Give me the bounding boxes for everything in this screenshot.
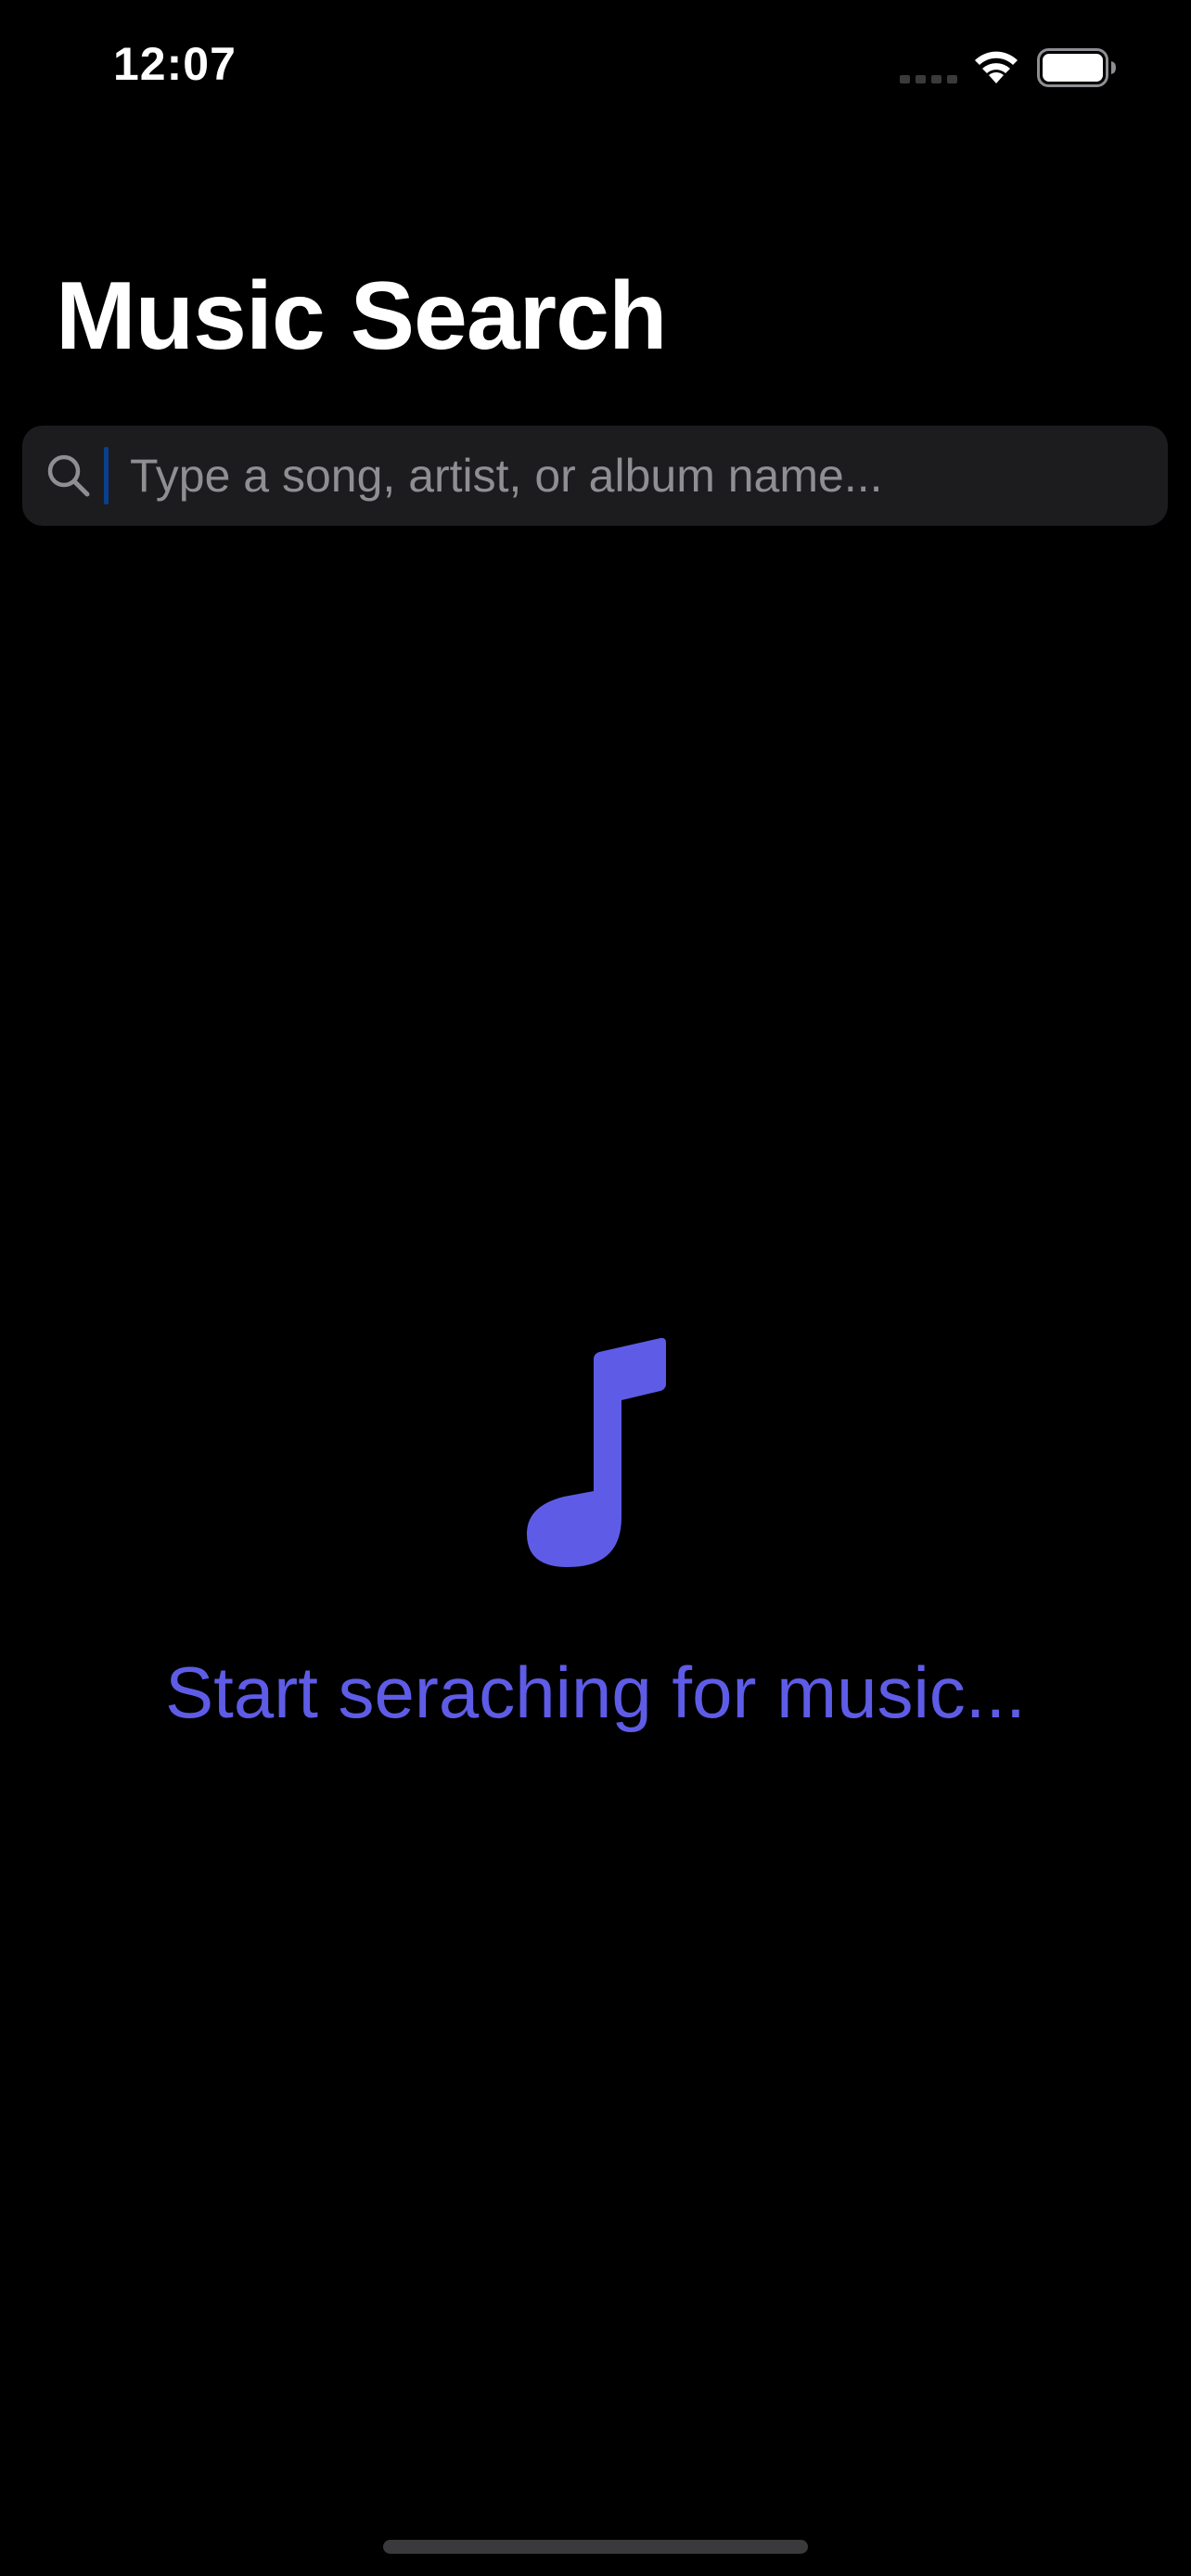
status-bar: 12:07: [0, 0, 1191, 130]
music-note-icon: [527, 1337, 666, 1567]
search-input[interactable]: [106, 426, 1145, 526]
page-title: Music Search: [56, 262, 668, 370]
search-bar[interactable]: [22, 426, 1168, 526]
home-indicator[interactable]: [383, 2540, 808, 2554]
search-icon: [47, 454, 90, 497]
empty-state: Start seraching for music...: [0, 1326, 1191, 1743]
battery-icon: [1037, 48, 1116, 87]
cellular-signal-icon: [900, 75, 957, 83]
wifi-icon: [975, 51, 1018, 83]
text-cursor: [104, 447, 109, 504]
empty-state-message: Start seraching for music...: [165, 1651, 1026, 1733]
status-time: 12:07: [113, 38, 237, 90]
